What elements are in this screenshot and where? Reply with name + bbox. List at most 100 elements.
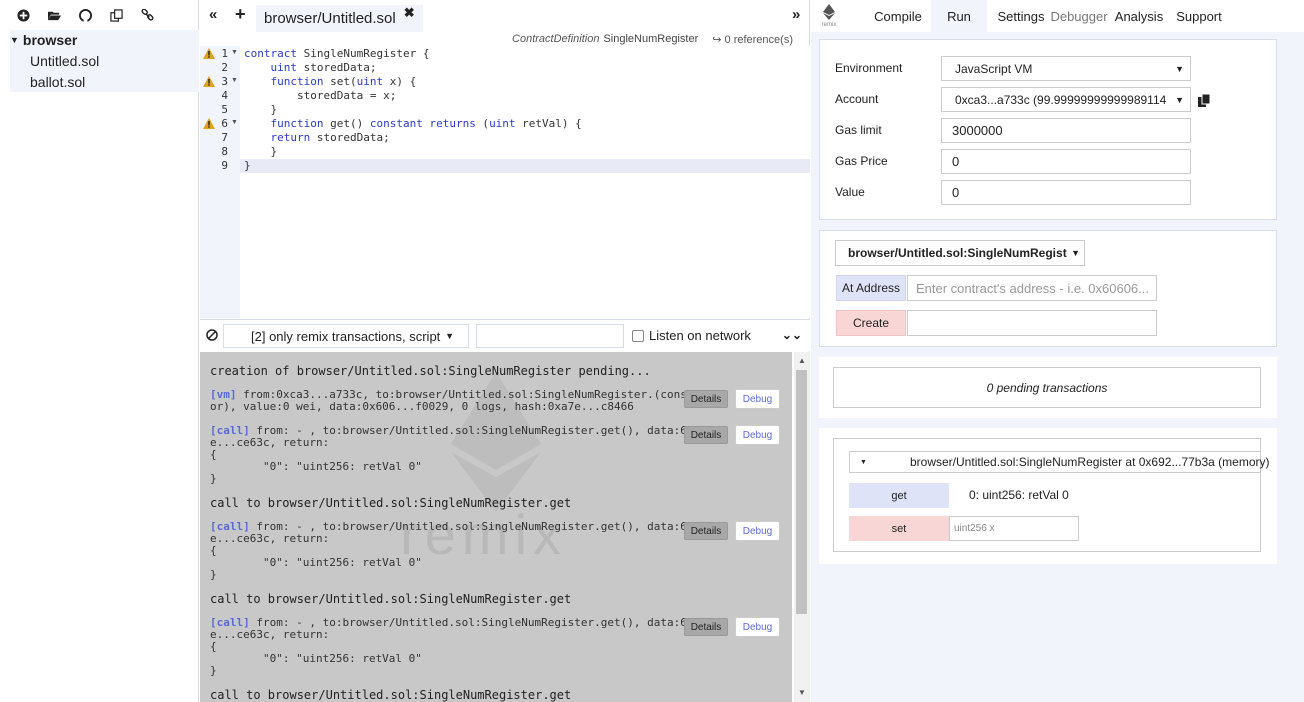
contract-select-value: browser/Untitled.sol:SingleNumRegister (848, 246, 1079, 260)
debug-button[interactable]: Debug (735, 617, 780, 637)
value-input[interactable]: 0 (941, 180, 1191, 205)
terminal-line: e...ce63c, return: (210, 436, 330, 449)
contract-select[interactable]: browser/Untitled.sol:SingleNumRegister ▼ (835, 240, 1085, 266)
warning-icon[interactable] (203, 118, 215, 129)
keyword: uint (356, 75, 384, 88)
code-line: } (244, 145, 278, 158)
scroll-left-icon[interactable]: « (209, 6, 217, 23)
code-line: contract SingleNumRegister { (244, 47, 430, 60)
plus-icon[interactable] (8, 0, 39, 30)
terminal-filter-select[interactable]: [2] only remix transactions, script ▼ (223, 324, 469, 348)
keyword: return (270, 131, 311, 144)
terminal-line: call to browser/Untitled.sol:SingleNumRe… (210, 688, 572, 702)
details-button[interactable]: Details (684, 426, 728, 444)
link-icon[interactable] (132, 0, 163, 30)
right-tabs-bar: remix Compile Run Settings Debugger Anal… (811, 0, 1304, 32)
line-number: 2 (221, 61, 228, 74)
copy-icon[interactable] (1198, 94, 1210, 107)
tree-root-browser[interactable]: ▼ browser (10, 30, 199, 50)
editor-area: « + browser/Untitled.sol ✖ » ContractDef… (200, 0, 810, 702)
code-editor[interactable]: 1 2 3 4 5 6 7 8 9 ▼ ▼ ▼ contract SingleN… (200, 46, 810, 318)
line-number: 8 (221, 145, 228, 158)
code-line: storedData = x; (244, 89, 397, 102)
contract-address-input[interactable]: Enter contract's address - i.e. 0x60606.… (907, 275, 1157, 301)
contract-deploy-card: browser/Untitled.sol:SingleNumRegister ▼… (819, 230, 1277, 347)
get-button[interactable]: get (849, 483, 949, 508)
at-address-button[interactable]: At Address (836, 275, 906, 301)
keyword: contract (244, 47, 297, 60)
scroll-up-icon[interactable]: ▲ (798, 356, 806, 365)
scrollbar-thumb[interactable] (796, 370, 807, 614)
tab-untitled-sol[interactable]: browser/Untitled.sol ✖ (256, 5, 423, 32)
terminal-line: e...ce63c, return: (210, 628, 330, 641)
terminal-toolbar: [2] only remix transactions, script ▼ Li… (200, 319, 810, 351)
create-button[interactable]: Create (836, 310, 906, 336)
debug-button[interactable]: Debug (735, 521, 780, 541)
run-panel: remix Compile Run Settings Debugger Anal… (811, 0, 1304, 702)
code-line: uint storedData; (270, 61, 377, 74)
right-panel-scrollbar[interactable] (1295, 32, 1304, 702)
details-button[interactable]: Details (684, 522, 728, 540)
active-line-highlight (240, 159, 810, 173)
caret-down-icon: ▼ (1067, 248, 1080, 258)
deployed-instances-card: ▼ browser/Untitled.sol:SingleNumRegister… (819, 428, 1277, 564)
terminal-line: "0": "uint256: retVal 0" (210, 652, 422, 665)
contract-info-bar: ContractDefinition SingleNumRegister ↪ 0… (200, 32, 809, 46)
terminal-line: } (210, 568, 217, 581)
tab-support[interactable]: Support (1171, 0, 1227, 32)
instance-header[interactable]: ▼ browser/Untitled.sol:SingleNumRegister… (849, 451, 1270, 473)
file-item-ballot[interactable]: ballot.sol (10, 71, 199, 92)
terminal-line: call to browser/Untitled.sol:SingleNumRe… (210, 592, 572, 606)
gas-price-label: Gas Price (835, 154, 888, 168)
line-number: 9 (221, 159, 228, 172)
gas-price-input[interactable]: 0 (941, 149, 1191, 174)
copy-icon[interactable] (101, 0, 132, 30)
terminal-search-input[interactable] (476, 324, 624, 348)
environment-settings-card: Environment JavaScript VM ▼ Account 0xca… (819, 39, 1277, 220)
tree-root-label: browser (22, 32, 78, 48)
account-select[interactable]: 0xca3...a733c (99.99999999999989114 ▼ (941, 87, 1191, 112)
info-name: SingleNumRegister (603, 33, 699, 45)
code-line: function set(uint x) { (270, 75, 417, 88)
terminal-line: "0": "uint256: retVal 0" (210, 460, 422, 473)
warning-icon[interactable] (203, 76, 215, 87)
scroll-down-icon[interactable]: ▼ (798, 688, 806, 697)
constructor-args-input[interactable] (907, 310, 1157, 336)
code-line: } (244, 103, 278, 116)
github-icon[interactable] (70, 0, 101, 30)
filter-select-value: [2] only remix transactions, script (251, 328, 441, 344)
details-button[interactable]: Details (684, 390, 728, 408)
toggle-terminal-icon[interactable]: ⌄⌄ (782, 328, 802, 342)
tab-debugger[interactable]: Debugger (1050, 0, 1107, 32)
caret-down-icon: ▼ (445, 331, 454, 341)
set-arg-input[interactable]: uint256 x (949, 516, 1079, 541)
increase-font-icon[interactable]: + (235, 4, 246, 25)
file-explorer-panel: ▼ browser Untitled.sol ballot.sol (0, 0, 199, 702)
listen-network-checkbox[interactable] (632, 330, 644, 342)
terminal-output[interactable]: remix creation of browser/Untitled.sol:S… (200, 352, 792, 702)
clear-console-icon[interactable] (206, 329, 218, 341)
caret-down-icon[interactable]: ▼ (10, 35, 19, 45)
warning-icon[interactable] (203, 48, 215, 59)
tab-settings[interactable]: Settings (991, 0, 1051, 32)
references-link[interactable]: ↪ 0 reference(s) (712, 33, 793, 46)
set-button[interactable]: set (849, 516, 949, 541)
tab-compile[interactable]: Compile (865, 0, 931, 32)
folder-open-icon[interactable] (39, 0, 70, 30)
tab-run[interactable]: Run (931, 0, 987, 32)
pending-transactions-card: 0 pending transactions (819, 357, 1277, 418)
line-number: 7 (221, 131, 228, 144)
scroll-right-icon[interactable]: » (792, 6, 800, 23)
details-button[interactable]: Details (684, 618, 728, 636)
file-item-untitled[interactable]: Untitled.sol (10, 50, 199, 71)
caret-down-icon[interactable]: ▼ (860, 459, 867, 466)
keyword: function (270, 117, 324, 130)
debug-button[interactable]: Debug (735, 425, 780, 445)
account-label: Account (835, 92, 879, 106)
debug-button[interactable]: Debug (735, 389, 780, 409)
gas-limit-input[interactable]: 3000000 (941, 118, 1191, 143)
terminal-scrollbar[interactable]: ▲ ▼ (794, 352, 810, 702)
tab-analysis[interactable]: Analysis (1111, 0, 1167, 32)
close-icon[interactable]: ✖ (404, 5, 415, 21)
environment-select[interactable]: JavaScript VM ▼ (941, 56, 1191, 81)
